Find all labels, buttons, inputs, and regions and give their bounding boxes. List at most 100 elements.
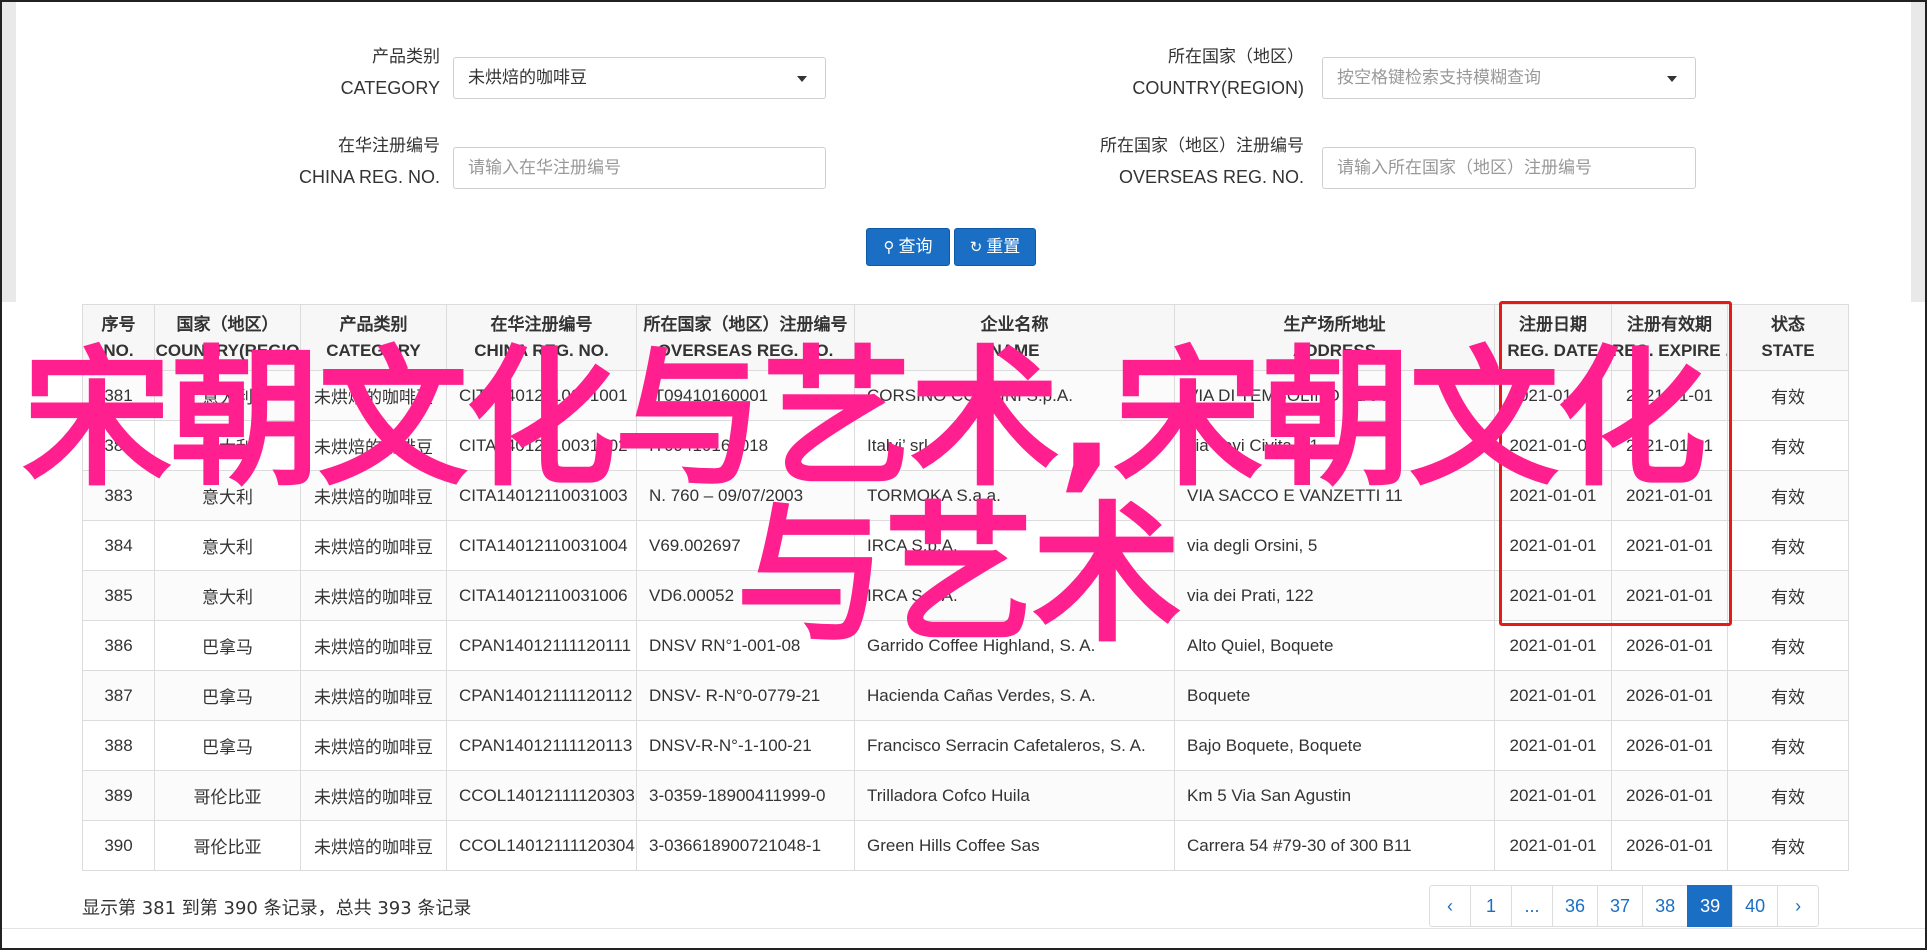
page-button[interactable]: 40 xyxy=(1732,885,1779,927)
cell-no: 386 xyxy=(82,620,155,671)
page-button[interactable]: 1 xyxy=(1470,885,1512,927)
category-label-cn: 产品类别 xyxy=(372,47,440,67)
category-select[interactable]: 未烘焙的咖啡豆 xyxy=(453,57,826,99)
table-row[interactable]: 389 哥伦比亚 未烘焙的咖啡豆 CCOL14012111120303 3-03… xyxy=(82,770,1849,821)
overseas-reg-label: 所在国家（地区）注册编号 OVERSEAS REG. NO. xyxy=(1060,131,1304,193)
col-header-china-reg-cn: 在华注册编号 xyxy=(490,314,593,334)
cell-state: 有效 xyxy=(1727,370,1849,421)
cell-overseas-reg: 3-036618900721048-1 xyxy=(636,820,855,871)
cell-address: Alto Quiel, Boquete xyxy=(1174,620,1495,671)
cell-state: 有效 xyxy=(1727,670,1849,721)
col-header-category-cn: 产品类别 xyxy=(339,314,408,334)
cell-name: IRCA S.p.A. xyxy=(854,520,1175,571)
cell-country: 意大利 xyxy=(154,420,301,471)
table-row[interactable]: 386 巴拿马 未烘焙的咖啡豆 CPAN14012111120111 DNSV … xyxy=(82,620,1849,671)
china-reg-label-en: CHINA REG. NO. xyxy=(298,167,440,187)
cell-country: 意大利 xyxy=(154,470,301,521)
cell-no: 387 xyxy=(82,670,155,721)
category-label: 产品类别 CATEGORY xyxy=(300,42,440,104)
cell-category: 未烘焙的咖啡豆 xyxy=(300,470,447,521)
col-header-overseas-reg[interactable]: 所在国家（地区）注册编号 OVERSEAS REG. NO. xyxy=(636,304,855,371)
category-label-en: CATEGORY xyxy=(340,78,440,98)
cell-name: Italvi’ srl xyxy=(854,420,1175,471)
overseas-reg-input[interactable]: 请输入所在国家（地区）注册编号 xyxy=(1322,147,1696,189)
pagination-summary: 显示第 381 到第 390 条记录，总共 393 条记录 xyxy=(82,898,472,919)
cell-no: 383 xyxy=(82,470,155,521)
cell-overseas-reg: DNSV RN°1-001-08 xyxy=(636,620,855,671)
cell-address: via dei Prati, 122 xyxy=(1174,570,1495,621)
cell-china-reg: CITA14012110031003 xyxy=(446,470,637,521)
table-row[interactable]: 387 巴拿马 未烘焙的咖啡豆 CPAN14012111120112 DNSV-… xyxy=(82,670,1849,721)
cell-no: 385 xyxy=(82,570,155,621)
category-select-value: 未烘焙的咖啡豆 xyxy=(468,68,587,88)
cell-state: 有效 xyxy=(1727,420,1849,471)
cell-address: Boquete xyxy=(1174,670,1495,721)
col-header-overseas-reg-cn: 所在国家（地区）注册编号 xyxy=(643,314,848,334)
col-header-china-reg[interactable]: 在华注册编号 CHINA REG. NO. xyxy=(446,304,637,371)
table-row[interactable]: 390 哥伦比亚 未烘焙的咖啡豆 CCOL14012111120304 3-03… xyxy=(82,820,1849,871)
cell-reg-date: 2021-01-01 xyxy=(1494,620,1612,671)
chevron-down-icon xyxy=(1667,76,1677,82)
cell-address: Km 5 Via San Agustin xyxy=(1174,770,1495,821)
cell-china-reg: CPAN14012111120111 xyxy=(446,620,637,671)
reset-button-label: 重置 xyxy=(986,237,1021,257)
page-button[interactable]: 38 xyxy=(1642,885,1689,927)
cell-reg-date: 2021-01-01 xyxy=(1494,820,1612,871)
page-button[interactable]: 37 xyxy=(1597,885,1644,927)
cell-category: 未烘焙的咖啡豆 xyxy=(300,420,447,471)
col-header-category-en: CATEGORY xyxy=(326,340,421,360)
col-header-country-en: COUNTRY(REGIO xyxy=(155,340,300,360)
col-header-state[interactable]: 状态 STATE xyxy=(1727,304,1849,371)
cell-state: 有效 xyxy=(1727,520,1849,571)
cell-overseas-reg: VD6.00052 xyxy=(636,570,855,621)
search-button-label: 查询 xyxy=(898,237,933,257)
cell-expire: 2026-01-01 xyxy=(1611,670,1728,721)
page-button[interactable]: 36 xyxy=(1552,885,1599,927)
page-next-button[interactable]: › xyxy=(1777,885,1820,927)
cell-state: 有效 xyxy=(1727,570,1849,621)
page-prev-button[interactable]: ‹ xyxy=(1429,885,1471,927)
cell-reg-date: 2021-01-01 xyxy=(1494,670,1612,721)
col-header-address-cn: 生产场所地址 xyxy=(1283,314,1386,334)
col-header-country[interactable]: 国家（地区） COUNTRY(REGIO xyxy=(154,304,301,371)
reset-button[interactable]: ↻ 重置 xyxy=(954,228,1036,266)
china-reg-label: 在华注册编号 CHINA REG. NO. xyxy=(240,131,440,193)
country-select[interactable]: 按空格键检索支持模糊查询 xyxy=(1322,57,1696,99)
cell-overseas-reg: DNSV- R-N°0-0779-21 xyxy=(636,670,855,721)
col-header-category[interactable]: 产品类别 CATEGORY xyxy=(300,304,447,371)
cell-no: 384 xyxy=(82,520,155,571)
cell-state: 有效 xyxy=(1727,770,1849,821)
cell-country: 意大利 xyxy=(154,520,301,571)
cell-china-reg: CCOL14012111120303 xyxy=(446,770,637,821)
col-header-name-cn: 企业名称 xyxy=(980,314,1049,334)
page-button-active[interactable]: 39 xyxy=(1687,885,1734,927)
col-header-name[interactable]: 企业名称 NAME xyxy=(854,304,1175,371)
search-button[interactable]: ⚲ 查询 xyxy=(866,228,950,266)
cell-country: 巴拿马 xyxy=(154,720,301,771)
col-header-country-cn: 国家（地区） xyxy=(176,314,279,334)
cell-country: 意大利 xyxy=(154,570,301,621)
col-header-address[interactable]: 生产场所地址 ADDRESS xyxy=(1174,304,1495,371)
cell-no: 389 xyxy=(82,770,155,821)
cell-state: 有效 xyxy=(1727,720,1849,771)
cell-state: 有效 xyxy=(1727,470,1849,521)
cell-china-reg: CPAN14012111120113 xyxy=(446,720,637,771)
col-header-state-en: STATE xyxy=(1761,340,1815,360)
cell-expire: 2026-01-01 xyxy=(1611,720,1728,771)
right-scroll-rail[interactable] xyxy=(1911,2,1925,302)
cell-reg-date: 2021-01-01 xyxy=(1494,770,1612,821)
country-label-en: COUNTRY(REGION) xyxy=(1132,78,1304,98)
cell-name: Garrido Coffee Highland, S. A. xyxy=(854,620,1175,671)
china-reg-input[interactable]: 请输入在华注册编号 xyxy=(453,147,826,189)
cell-no: 388 xyxy=(82,720,155,771)
cell-china-reg: CCOL14012111120304 xyxy=(446,820,637,871)
cell-china-reg: CITA14012110031004 xyxy=(446,520,637,571)
cell-country: 哥伦比亚 xyxy=(154,820,301,871)
overseas-reg-placeholder: 请输入所在国家（地区）注册编号 xyxy=(1337,158,1592,178)
pagination: ‹ 1 ... 36 37 38 39 40 › xyxy=(1429,885,1820,927)
search-icon: ⚲ xyxy=(883,238,895,256)
col-header-no[interactable]: 序号 NO. xyxy=(82,304,155,371)
cell-overseas-reg: N. 760 – 09/07/2003 xyxy=(636,470,855,521)
cell-name: Trilladora Cofco Huila xyxy=(854,770,1175,821)
table-row[interactable]: 388 巴拿马 未烘焙的咖啡豆 CPAN14012111120113 DNSV-… xyxy=(82,720,1849,771)
